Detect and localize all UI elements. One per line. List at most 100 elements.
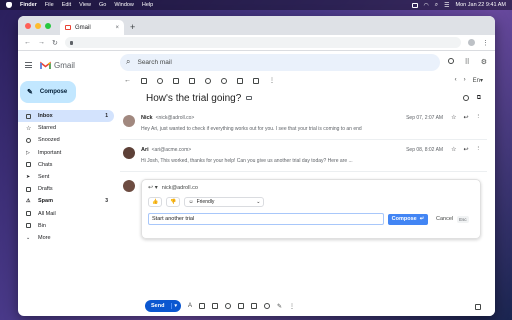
close-window-button[interactable] bbox=[25, 23, 31, 29]
attach-icon[interactable] bbox=[199, 303, 206, 309]
sidebar-item-chats[interactable]: Chats bbox=[18, 159, 114, 171]
chevron-down-icon: ⌄ bbox=[256, 199, 261, 205]
forward-icon[interactable]: → bbox=[38, 39, 45, 46]
gmail-header: Gmail bbox=[18, 57, 120, 73]
search-icon[interactable]: ⌕ bbox=[435, 2, 438, 9]
tab-gmail[interactable]: Gmail × bbox=[60, 20, 124, 35]
signature-icon[interactable]: ✎ bbox=[277, 303, 282, 310]
insert-photo-icon[interactable] bbox=[251, 303, 258, 309]
reload-icon[interactable]: ↻ bbox=[52, 39, 58, 47]
apple-icon[interactable] bbox=[6, 2, 12, 8]
delete-icon[interactable] bbox=[173, 77, 179, 84]
menu-view[interactable]: View bbox=[79, 2, 91, 8]
drive-icon[interactable] bbox=[238, 303, 245, 309]
menu-file[interactable]: File bbox=[45, 2, 54, 8]
sidebar-item-more[interactable]: ⌄ More bbox=[18, 232, 114, 244]
sidebar-item-all-mail[interactable]: All Mail bbox=[18, 208, 114, 220]
ai-compose-button[interactable]: Compose ↵ bbox=[388, 213, 428, 225]
main-menu-icon[interactable] bbox=[25, 62, 32, 68]
message-item[interactable]: Nick <nick@adroll.co> Sep 07, 2:07 AM ☆ … bbox=[120, 108, 487, 140]
new-tab-button[interactable]: + bbox=[130, 22, 135, 32]
thumbs-up-icon: 👍 bbox=[152, 199, 159, 205]
more-vert-icon[interactable]: ⋮ bbox=[269, 77, 275, 84]
apps-grid-icon[interactable]: ⠿ bbox=[465, 58, 470, 66]
add-task-icon[interactable] bbox=[221, 77, 227, 84]
inbox-icon bbox=[26, 113, 31, 119]
sidebar-item-important[interactable]: ▷ Important bbox=[18, 147, 114, 159]
compose-toolbar: Send ▾ A ✎ ⋮ bbox=[145, 300, 295, 312]
menu-edit[interactable]: Edit bbox=[62, 2, 71, 8]
sidebar-item-snoozed[interactable]: Snoozed bbox=[18, 134, 114, 146]
reply-recipient-row[interactable]: ↩ ▾ nick@adroll.co bbox=[148, 184, 474, 192]
star-icon[interactable]: ☆ bbox=[451, 146, 456, 153]
send-options-icon[interactable]: ▾ bbox=[171, 303, 181, 309]
chevron-down-icon: ⌄ bbox=[26, 234, 31, 241]
important-marker-icon[interactable] bbox=[246, 96, 253, 100]
sidebar-item-bin[interactable]: Bin bbox=[18, 220, 114, 232]
thumbs-up-button[interactable]: 👍 bbox=[148, 197, 163, 207]
more-vert-icon[interactable]: ⋮ bbox=[482, 39, 489, 47]
menu-go[interactable]: Go bbox=[99, 2, 106, 8]
confidential-icon[interactable] bbox=[264, 303, 271, 309]
move-to-icon[interactable] bbox=[237, 77, 243, 84]
discard-draft-icon[interactable] bbox=[475, 304, 481, 310]
ai-prompt-row: Start another trial Compose ↵ Cancel Esc bbox=[148, 213, 474, 225]
profile-icon[interactable] bbox=[468, 39, 475, 46]
thumbs-down-button[interactable]: 👎 bbox=[166, 197, 181, 207]
search-input[interactable]: ⌕ Search mail bbox=[120, 53, 440, 71]
control-center-icon[interactable]: ☰ bbox=[444, 2, 449, 9]
esc-key-hint: Esc bbox=[457, 215, 469, 223]
minimize-window-button[interactable] bbox=[35, 23, 41, 29]
wifi-icon[interactable]: ◠ bbox=[424, 2, 429, 9]
back-arrow-icon[interactable]: ← bbox=[124, 77, 131, 84]
input-tools-icon[interactable]: En▾ bbox=[473, 77, 483, 84]
message-snippet: Hi Josh, This worked, thanks for your he… bbox=[141, 158, 353, 164]
gmail-logo[interactable]: Gmail bbox=[40, 61, 75, 70]
formatting-icon[interactable]: A bbox=[188, 303, 192, 309]
report-spam-icon[interactable] bbox=[157, 77, 163, 84]
sidebar-item-starred[interactable]: ☆ Starred bbox=[18, 122, 114, 134]
more-vert-icon[interactable]: ⋮ bbox=[289, 303, 295, 310]
close-tab-icon[interactable]: × bbox=[115, 25, 119, 31]
star-icon[interactable]: ☆ bbox=[451, 114, 456, 121]
menu-window[interactable]: Window bbox=[114, 2, 134, 8]
message-item[interactable]: Ari <ari@acme.com> Sep 08, 8:02 AM ☆ ↩ ⋮… bbox=[120, 140, 487, 172]
more-vert-icon[interactable]: ⋮ bbox=[476, 114, 482, 121]
newer-icon[interactable]: ‹ bbox=[455, 77, 457, 84]
reply-type-icon[interactable]: ↩ ▾ bbox=[148, 184, 158, 191]
print-icon[interactable] bbox=[462, 94, 469, 101]
sidebar-item-label: Snoozed bbox=[38, 137, 60, 144]
address-bar[interactable] bbox=[64, 37, 461, 48]
sidebar-item-drafts[interactable]: Drafts bbox=[18, 183, 114, 195]
sidebar-item-spam[interactable]: ⚠ Spam 3 bbox=[18, 195, 114, 207]
maximize-window-button[interactable] bbox=[45, 23, 51, 29]
reply-icon[interactable]: ↩ bbox=[463, 114, 468, 121]
ai-prompt-input[interactable]: Start another trial bbox=[148, 213, 384, 225]
filter-options-icon[interactable]: ⚙ bbox=[481, 58, 487, 66]
back-icon[interactable]: ← bbox=[24, 39, 31, 46]
settings-gear-icon[interactable] bbox=[447, 58, 454, 64]
archive-icon[interactable] bbox=[141, 77, 147, 84]
battery-icon[interactable] bbox=[411, 2, 418, 8]
menubar-app-name[interactable]: Finder bbox=[20, 2, 37, 8]
mark-unread-icon[interactable] bbox=[189, 77, 195, 84]
search-icon[interactable]: ⌕ bbox=[126, 57, 130, 67]
reply-icon[interactable]: ↩ bbox=[463, 146, 468, 153]
insert-link-icon[interactable] bbox=[212, 303, 219, 309]
emoji-icon[interactable] bbox=[225, 303, 232, 309]
send-button[interactable]: Send ▾ bbox=[145, 300, 181, 312]
search-row: ⌕ Search mail ⠿ ⚙ bbox=[120, 51, 495, 73]
open-new-window-icon[interactable]: ⧉ bbox=[477, 95, 481, 102]
compose-button[interactable]: ✎ Compose bbox=[20, 81, 76, 103]
snooze-icon[interactable] bbox=[205, 77, 211, 84]
menubar-clock[interactable]: Mon Jan 22 9:41 AM bbox=[456, 2, 506, 8]
older-icon[interactable]: › bbox=[464, 77, 466, 84]
tone-select[interactable]: ☺ Friendly ⌄ bbox=[184, 197, 265, 207]
sidebar-item-sent[interactable]: ➤ Sent bbox=[18, 171, 114, 183]
label-icon[interactable] bbox=[253, 77, 259, 84]
ai-cancel-button[interactable]: Cancel bbox=[436, 216, 453, 222]
more-vert-icon[interactable]: ⋮ bbox=[476, 146, 482, 153]
sidebar-item-inbox[interactable]: Inbox 1 bbox=[18, 110, 114, 123]
window-controls bbox=[25, 23, 51, 29]
menu-help[interactable]: Help bbox=[142, 2, 153, 8]
